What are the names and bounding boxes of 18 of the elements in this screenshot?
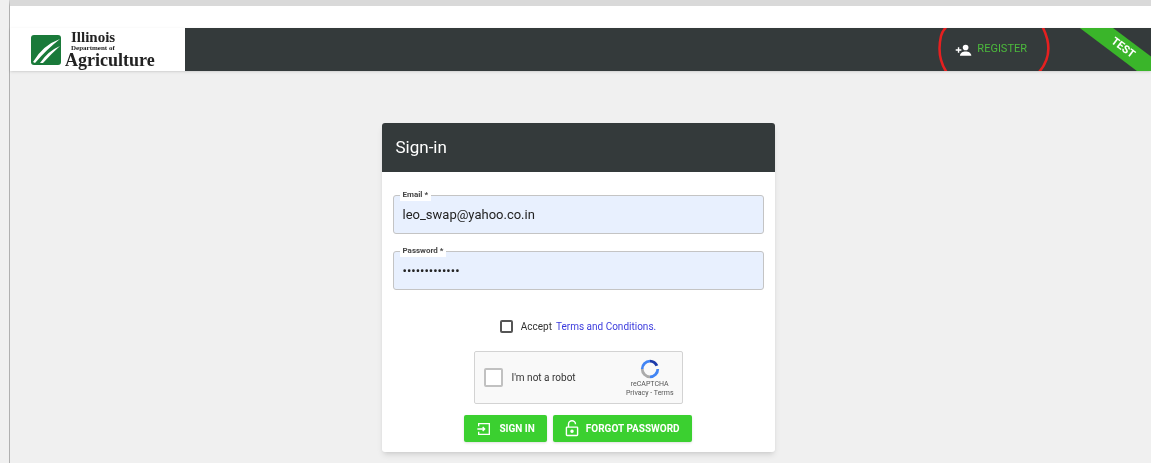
logo-icon xyxy=(31,34,61,65)
checkbox[interactable] xyxy=(499,320,513,333)
terms-text: Accept xyxy=(520,320,552,334)
card-title: Sign-in xyxy=(395,135,447,159)
captcha-label: I'm not a robot xyxy=(511,371,577,385)
logo-name: Agriculture xyxy=(65,51,155,69)
captcha-checkbox[interactable] xyxy=(483,368,503,387)
terms-link[interactable]: Terms and Conditions. xyxy=(556,319,657,334)
logo-title: Illinois xyxy=(70,30,117,45)
recaptcha-icon xyxy=(638,358,661,380)
add-person-icon xyxy=(955,43,973,56)
field-value: ••••••••••••• xyxy=(402,261,460,280)
field-value: leo_swap@yahoo.co.in xyxy=(402,205,535,224)
register-link[interactable]: REGISTER xyxy=(955,41,1027,58)
field-label: Password * xyxy=(399,245,447,257)
lock-icon xyxy=(564,420,579,437)
field-label: Email * xyxy=(399,189,432,201)
login-icon xyxy=(476,420,493,437)
